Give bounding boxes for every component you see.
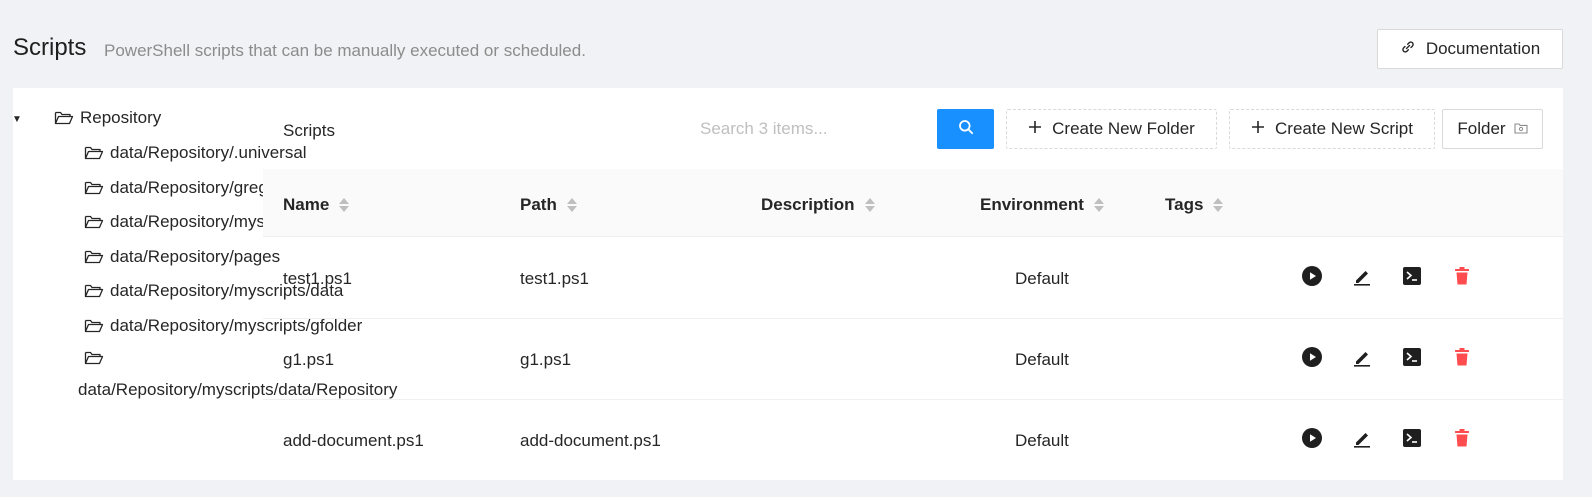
play-circle-icon[interactable] xyxy=(1302,266,1322,286)
edit-icon[interactable] xyxy=(1352,428,1372,448)
caret-down-icon[interactable]: ▼ xyxy=(12,114,22,125)
folder-open-icon xyxy=(84,350,104,366)
tree-node[interactable]: data/Repository/greg xyxy=(84,178,268,198)
page-title: Scripts xyxy=(13,34,87,61)
link-icon xyxy=(1400,39,1416,60)
row-actions xyxy=(1302,428,1472,448)
create-folder-label: Create New Folder xyxy=(1052,119,1195,138)
plus-icon xyxy=(1251,119,1265,139)
column-header-name[interactable]: Name xyxy=(283,195,350,215)
search-button[interactable] xyxy=(937,109,994,149)
sort-icon xyxy=(1213,198,1224,212)
cell-environment: Default xyxy=(1015,350,1069,369)
folder-open-icon xyxy=(84,249,104,265)
folder-open-icon xyxy=(84,180,104,196)
tree-node[interactable]: data/Repository/.universal xyxy=(84,143,307,163)
cell-name: add-document.ps1 xyxy=(283,431,424,450)
cell-name: test1.ps1 xyxy=(283,269,352,288)
column-header-environment[interactable]: Environment xyxy=(980,195,1104,215)
edit-icon[interactable] xyxy=(1352,266,1372,286)
tree-node[interactable]: data/Repository/pages xyxy=(84,247,280,267)
sort-icon xyxy=(864,198,875,212)
sort-icon xyxy=(339,198,350,212)
cell-name: g1.ps1 xyxy=(283,350,335,369)
cell-path: g1.ps1 xyxy=(520,350,572,369)
folder-open-icon xyxy=(84,318,104,334)
folder-button[interactable]: Folder xyxy=(1442,109,1543,149)
terminal-icon[interactable] xyxy=(1402,266,1422,286)
cell-path: add-document.ps1 xyxy=(520,431,661,450)
folder-label: Folder xyxy=(1457,119,1506,138)
row-actions xyxy=(1302,266,1472,286)
delete-icon[interactable] xyxy=(1452,347,1472,367)
terminal-icon[interactable] xyxy=(1402,428,1422,448)
create-script-button[interactable]: Create New Script xyxy=(1229,109,1435,149)
table-row: add-document.ps1 add-document.ps1 Defaul… xyxy=(263,400,1563,481)
sort-icon xyxy=(1093,198,1104,212)
cell-environment: Default xyxy=(1015,269,1069,288)
cell-environment: Default xyxy=(1015,431,1069,450)
sort-icon xyxy=(566,198,577,212)
delete-icon[interactable] xyxy=(1452,266,1472,286)
folder-open-icon xyxy=(84,145,104,161)
folder-open-icon xyxy=(84,283,104,299)
search-icon xyxy=(958,119,974,140)
cell-path: test1.ps1 xyxy=(520,269,589,288)
folder-icon xyxy=(1514,119,1528,139)
folder-open-icon xyxy=(54,110,74,126)
tree-node-label: data/Repository/greg xyxy=(110,178,268,197)
column-header-path[interactable]: Path xyxy=(520,195,577,215)
create-folder-button[interactable]: Create New Folder xyxy=(1006,109,1217,149)
documentation-button[interactable]: Documentation xyxy=(1377,29,1563,69)
table-row: g1.ps1 g1.ps1 Default xyxy=(263,319,1563,400)
folder-open-icon xyxy=(84,214,104,230)
row-actions xyxy=(1302,347,1472,367)
edit-icon[interactable] xyxy=(1352,347,1372,367)
tree-node-label: Repository xyxy=(80,108,162,127)
tree-node-label: data/Repository/.universal xyxy=(110,143,307,162)
documentation-label: Documentation xyxy=(1425,39,1541,58)
play-circle-icon[interactable] xyxy=(1302,347,1322,367)
table-row: test1.ps1 test1.ps1 Default xyxy=(263,238,1563,319)
toolbar-title: Scripts xyxy=(283,121,335,140)
plus-icon xyxy=(1028,119,1042,139)
page-subtitle: PowerShell scripts that can be manually … xyxy=(104,41,586,60)
play-circle-icon[interactable] xyxy=(1302,428,1322,448)
column-header-description[interactable]: Description xyxy=(761,195,875,215)
terminal-icon[interactable] xyxy=(1402,347,1422,367)
tree-node-label: data/Repository/pages xyxy=(110,247,281,266)
table-header: Name Path Description Environment Tags xyxy=(263,169,1563,237)
column-header-tags[interactable]: Tags xyxy=(1165,195,1224,215)
search-input[interactable] xyxy=(690,110,937,148)
tree-node[interactable] xyxy=(84,350,110,366)
create-script-label: Create New Script xyxy=(1275,119,1413,138)
delete-icon[interactable] xyxy=(1452,428,1472,448)
tree-node-root[interactable]: Repository xyxy=(54,108,161,128)
